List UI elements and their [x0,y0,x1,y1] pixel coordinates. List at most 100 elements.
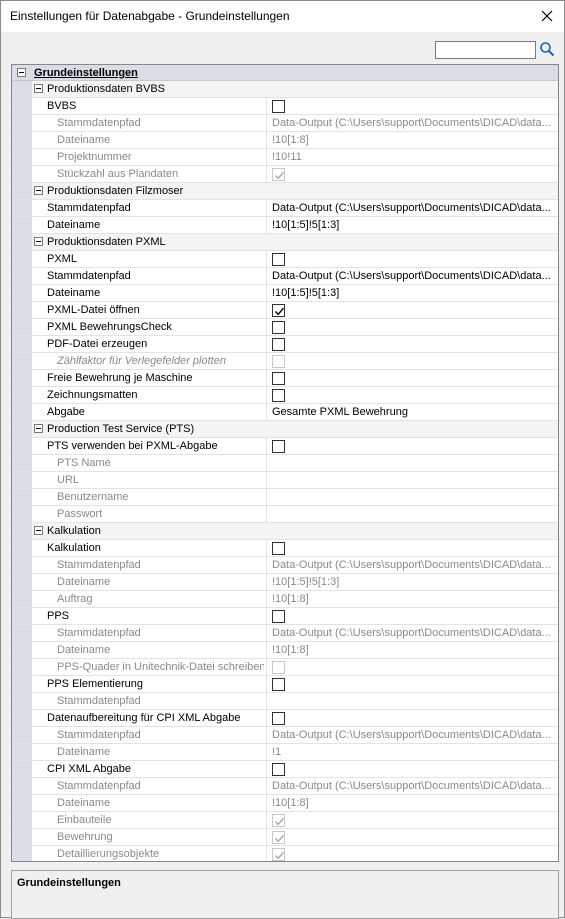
property-label: PDF-Datei erzeugen [47,338,148,350]
grid-row-pts-name[interactable]: PTS Name [12,455,558,472]
grid-row-dateiname[interactable]: Dateiname !10[1:5]!5[1:3] [12,285,558,302]
grid-row-zeichnungsmatten[interactable]: Zeichnungsmatten [12,387,558,404]
property-value-cell[interactable]: Data-Output (C:\Users\support\Documents\… [266,268,558,284]
property-value-cell[interactable] [266,370,558,386]
property-checkbox[interactable] [272,440,285,453]
grid-row-stammdatenpfad[interactable]: Stammdatenpfad Data-Output (C:\Users\supp… [12,625,558,642]
grid-row-passwort[interactable]: Passwort [12,506,558,523]
grid-row-bvbs[interactable]: BVBS [12,98,558,115]
grid-row-datenaufbereitung-für-cpi-xml-abgabe[interactable]: Datenaufbereitung für CPI XML Abgabe [12,710,558,727]
property-value-cell[interactable] [266,438,558,454]
grid-row-dateiname[interactable]: Dateiname !10[1:5]!5[1:3] [12,574,558,591]
grid-category-produktionsdaten-filzmoser[interactable]: Produktionsdaten Filzmoser [12,183,558,200]
grid-category-produktionsdaten-bvbs[interactable]: Produktionsdaten BVBS [12,81,558,98]
property-value-cell[interactable] [266,676,558,692]
grid-row-stammdatenpfad[interactable]: Stammdatenpfad Data-Output (C:\Users\supp… [12,200,558,217]
collapse-icon[interactable] [34,84,43,93]
grid-row-zählfaktor-für-verlegefelder-plotten[interactable]: Zählfaktor für Verlegefelder plotten [12,353,558,370]
grid-row-abgabe[interactable]: Abgabe Gesamte PXML Bewehrung [12,404,558,421]
grid-row-auftrag[interactable]: Auftrag !10[1:8] [12,591,558,608]
grid-row-pxml[interactable]: PXML [12,251,558,268]
grid-row-stammdatenpfad[interactable]: Stammdatenpfad Data-Output (C:\Users\supp… [12,557,558,574]
property-value-cell[interactable] [266,336,558,352]
grid-row-stammdatenpfad[interactable]: Stammdatenpfad Data-Output (C:\Users\supp… [12,268,558,285]
grid-row-pxml-bewehrungscheck[interactable]: PXML BewehrungsCheck [12,319,558,336]
property-checkbox[interactable] [272,304,285,317]
property-value-cell[interactable] [266,302,558,318]
property-checkbox[interactable] [272,678,285,691]
property-value-cell[interactable]: Gesamte PXML Bewehrung [266,404,558,420]
grid-row-stammdatenpfad[interactable]: Stammdatenpfad [12,693,558,710]
grid-row-dateiname[interactable]: Dateiname !10[1:8] [12,795,558,812]
property-value-cell: Data-Output (C:\Users\support\Documents\… [266,778,558,794]
grid-row-pps-elementierung[interactable]: PPS Elementierung [12,676,558,693]
category-label: Kalkulation [47,525,101,537]
search-input[interactable] [435,41,536,59]
grid-row-url[interactable]: URL [12,472,558,489]
property-value-cell[interactable] [266,608,558,624]
grid-row-einbauteile[interactable]: Einbauteile [12,812,558,829]
property-value-cell[interactable]: Data-Output (C:\Users\support\Documents\… [266,200,558,216]
property-value-cell[interactable]: !10[1:5]!5[1:3] [266,217,558,233]
collapse-icon[interactable] [34,526,43,535]
collapse-icon[interactable] [17,68,26,77]
grid-row-stammdatenpfad[interactable]: Stammdatenpfad Data-Output (C:\Users\supp… [12,115,558,132]
grid-row-pps-quader-in-unitechnik-datei-schreiben[interactable]: PPS-Quader in Unitechnik-Datei schreiben [12,659,558,676]
grid-row-dateiname[interactable]: Dateiname !1 [12,744,558,761]
property-checkbox[interactable] [272,542,285,555]
grid-root-category[interactable]: Grundeinstellungen [12,65,558,81]
property-value: !10[1:8] [272,593,309,605]
property-checkbox[interactable] [272,763,285,776]
grid-row-pts-verwenden-bei-pxml-abgabe[interactable]: PTS verwenden bei PXML-Abgabe [12,438,558,455]
property-label: PTS verwenden bei PXML-Abgabe [47,440,218,452]
grid-category-produktionsdaten-pxml[interactable]: Produktionsdaten PXML [12,234,558,251]
grid-margin [12,591,32,607]
grid-row-pdf-datei-erzeugen[interactable]: PDF-Datei erzeugen [12,336,558,353]
property-value-cell [266,659,558,675]
property-label: Zeichnungsmatten [47,389,138,401]
property-value-cell[interactable] [266,387,558,403]
grid-row-dateiname[interactable]: Dateiname !10[1:8] [12,132,558,149]
grid-row-dateiname[interactable]: Dateiname !10[1:5]!5[1:3] [12,217,558,234]
property-checkbox[interactable] [272,338,285,351]
grid-row-stammdatenpfad[interactable]: Stammdatenpfad Data-Output (C:\Users\supp… [12,727,558,744]
property-value-cell[interactable] [266,251,558,267]
grid-category-kalkulation[interactable]: Kalkulation [12,523,558,540]
grid-category-production-test-service-pts[interactable]: Production Test Service (PTS) [12,421,558,438]
grid-row-projektnummer[interactable]: Projektnummer !10!11 [12,149,558,166]
close-button[interactable] [530,1,564,32]
property-checkbox[interactable] [272,321,285,334]
grid-row-pxml-datei-öffnen[interactable]: PXML-Datei öffnen [12,302,558,319]
property-label: PTS Name [57,457,111,469]
property-value-cell[interactable] [266,540,558,556]
grid-row-cpi-xml-abgabe[interactable]: CPI XML Abgabe [12,761,558,778]
collapse-icon[interactable] [34,424,43,433]
grid-margin [12,693,32,709]
property-value-cell[interactable]: !10[1:5]!5[1:3] [266,285,558,301]
grid-row-dateiname[interactable]: Dateiname !10[1:8] [12,642,558,659]
property-value-cell[interactable] [266,98,558,114]
property-checkbox[interactable] [272,389,285,402]
collapse-icon[interactable] [34,237,43,246]
grid-row-stammdatenpfad[interactable]: Stammdatenpfad Data-Output (C:\Users\supp… [12,778,558,795]
grid-row-kalkulation[interactable]: Kalkulation [12,540,558,557]
property-value-cell[interactable] [266,319,558,335]
property-value-cell[interactable] [266,761,558,777]
property-value-cell[interactable] [266,710,558,726]
grid-row-pps[interactable]: PPS [12,608,558,625]
property-checkbox[interactable] [272,372,285,385]
search-icon[interactable] [539,41,555,57]
grid-row-detaillierungsobjekte[interactable]: Detaillierungsobjekte [12,846,558,861]
property-checkbox [272,814,285,827]
property-checkbox[interactable] [272,100,285,113]
property-label: Stammdatenpfad [57,695,141,707]
grid-row-benutzername[interactable]: Benutzername [12,489,558,506]
property-value-cell [266,846,558,861]
collapse-icon[interactable] [34,186,43,195]
property-checkbox[interactable] [272,712,285,725]
property-checkbox[interactable] [272,253,285,266]
grid-row-bewehrung[interactable]: Bewehrung [12,829,558,846]
grid-row-stückzahl-aus-plandaten[interactable]: Stückzahl aus Plandaten [12,166,558,183]
grid-row-freie-bewehrung-je-maschine[interactable]: Freie Bewehrung je Maschine [12,370,558,387]
property-checkbox[interactable] [272,610,285,623]
